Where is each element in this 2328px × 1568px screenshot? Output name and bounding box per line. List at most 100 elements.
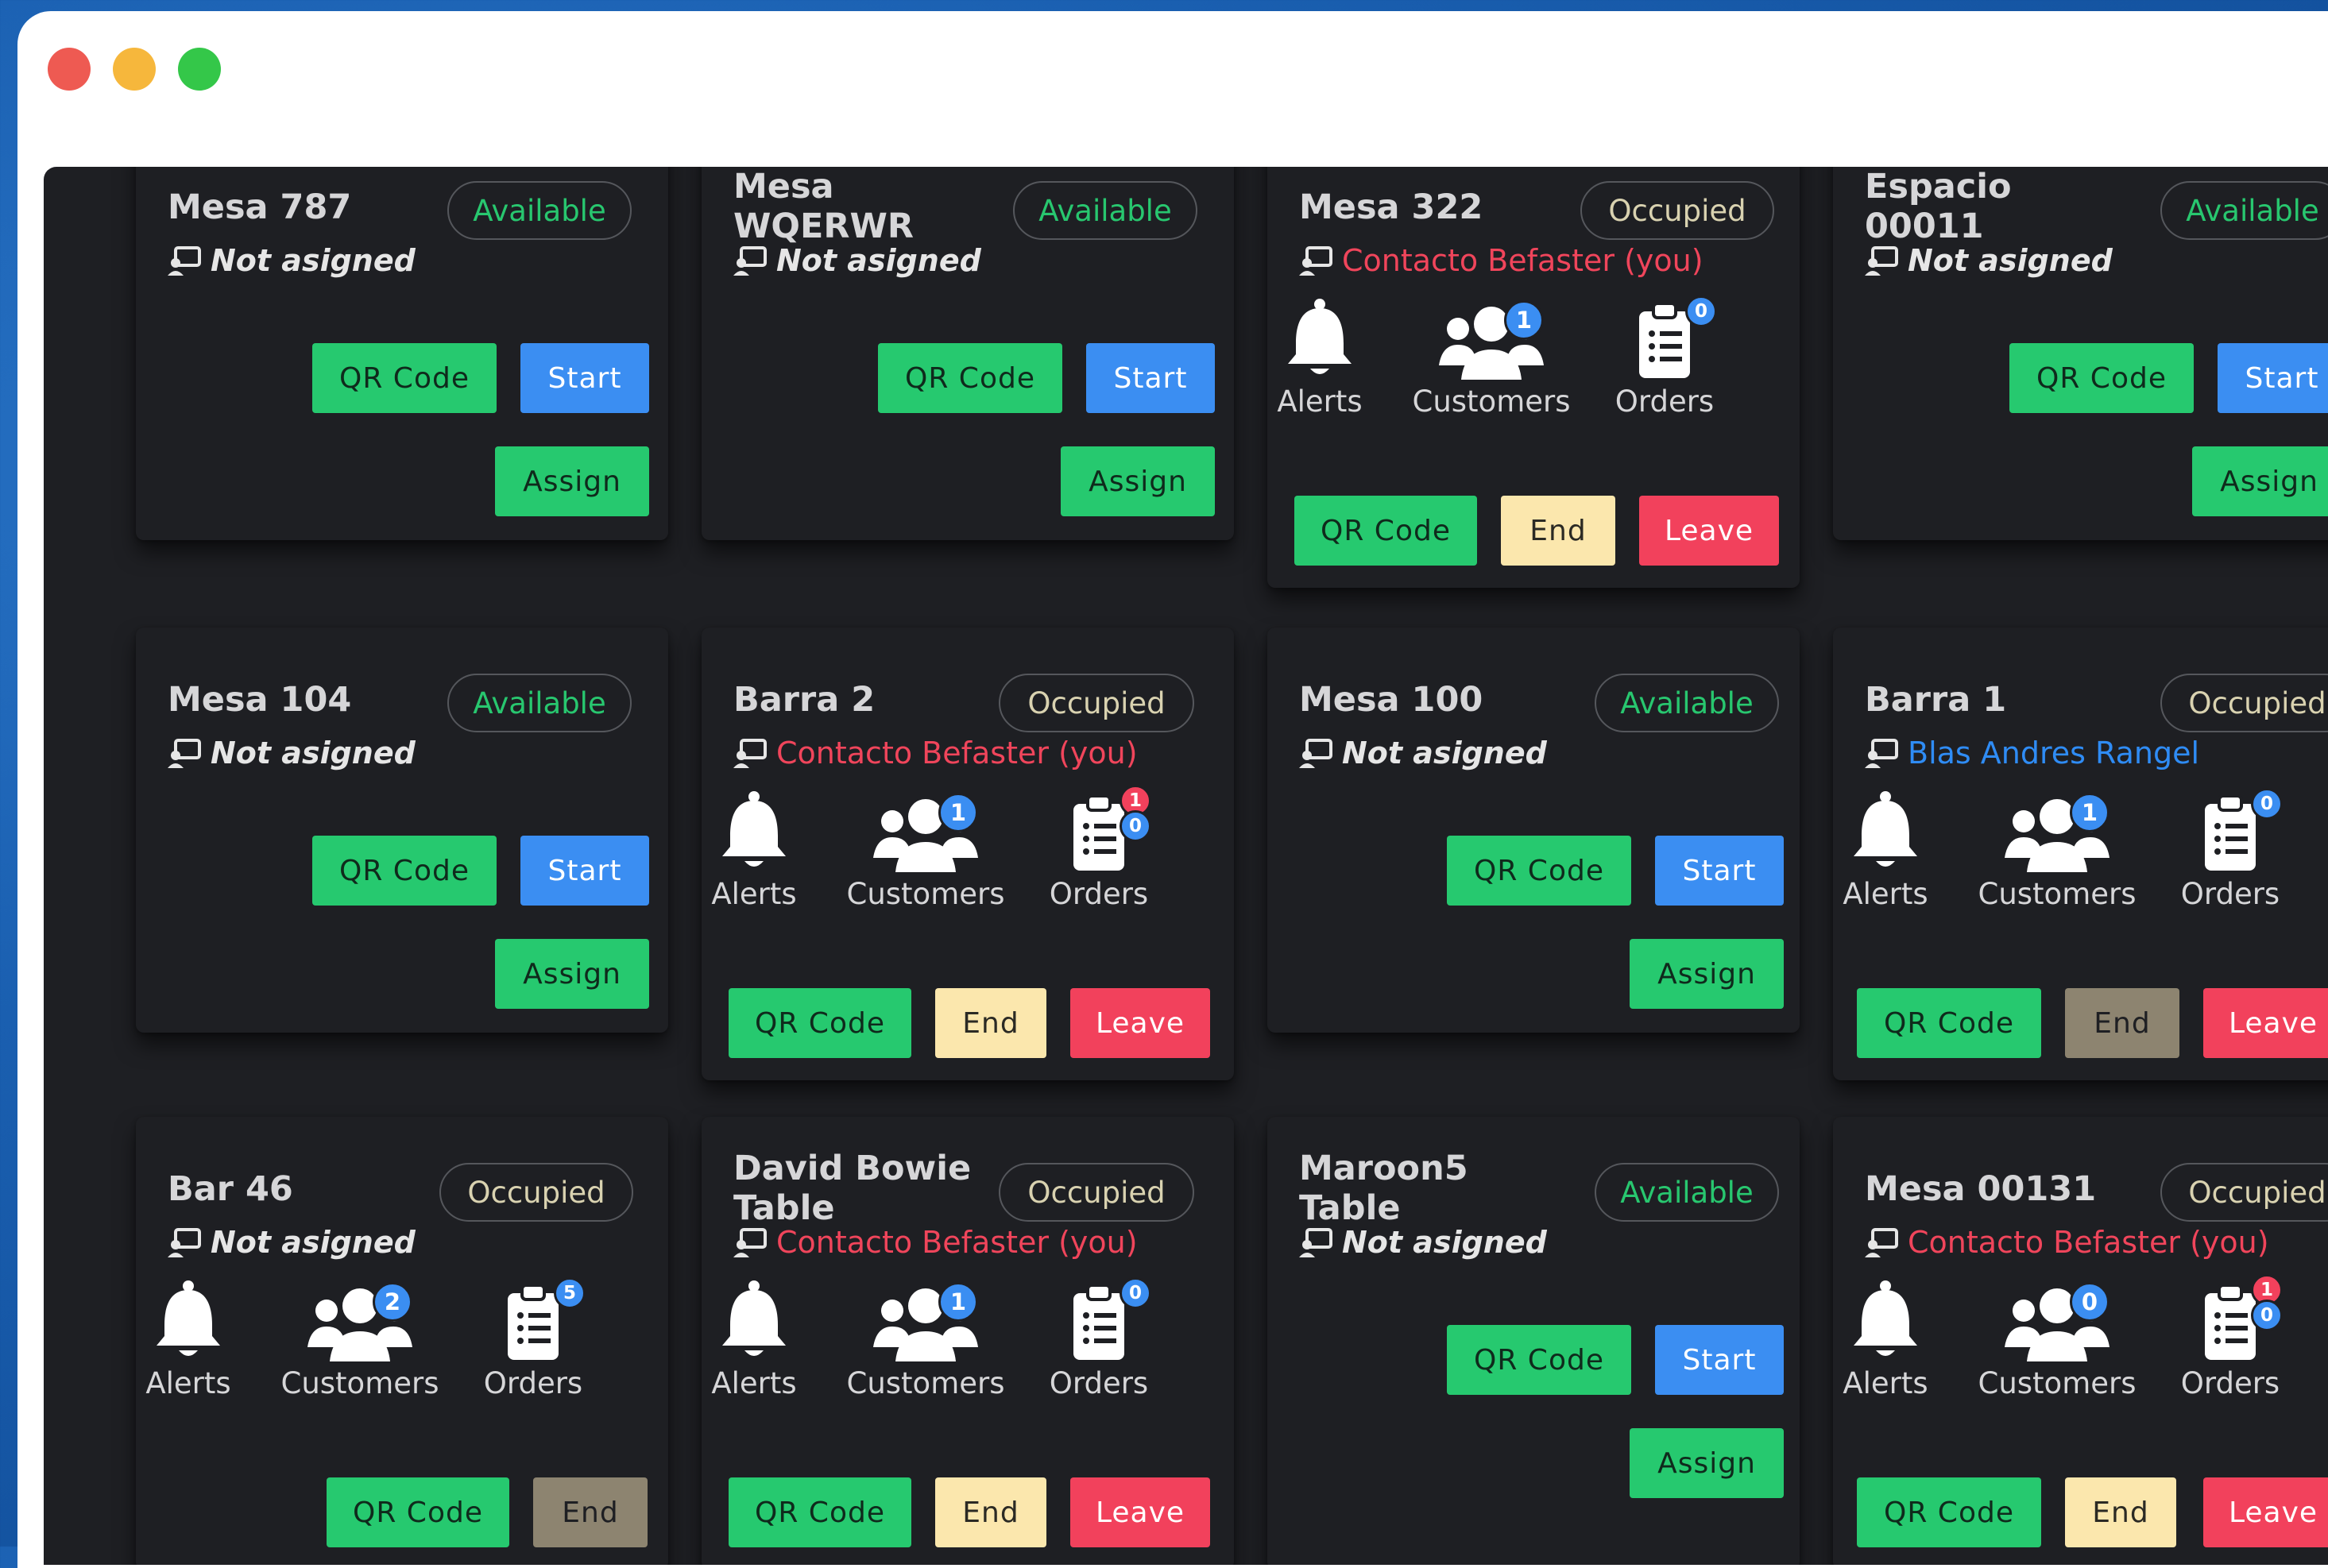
alerts-label: Alerts [711,1366,797,1400]
minimize-window-button[interactable] [113,48,156,91]
end-button[interactable]: End [1501,496,1615,566]
assign-button[interactable]: Assign [495,939,649,1009]
table-card: Mesa 100 Available Not asigned QR Code S… [1267,628,1800,1033]
qr-code-button[interactable]: QR Code [729,1477,911,1547]
table-card: Mesa 00131 Occupied Contacto Befaster (y… [1833,1117,2328,1565]
customers-count-badge: 0 [2070,1282,2110,1322]
orders-stat[interactable]: 0 Orders [1585,294,1744,419]
qr-code-button[interactable]: QR Code [327,1477,509,1547]
end-button[interactable]: End [935,1477,1046,1547]
orders-stat[interactable]: 0 Orders [1019,1276,1178,1400]
start-button[interactable]: Start [2218,343,2328,413]
assign-button[interactable]: Assign [1630,1428,1784,1498]
leave-button[interactable]: Leave [1070,1477,1210,1547]
status-badge: Occupied [2160,1163,2328,1222]
clipboard-list-icon [1073,794,1124,871]
qr-code-button[interactable]: QR Code [1447,836,1631,906]
qr-code-button[interactable]: QR Code [878,343,1062,413]
start-button[interactable]: Start [1655,1325,1784,1395]
orders-count-badge: 0 [1120,810,1151,842]
close-window-button[interactable] [48,48,91,91]
orders-stat[interactable]: 1 0 Orders [1019,785,1178,911]
qr-code-button[interactable]: QR Code [1857,1477,2041,1547]
leave-button[interactable]: Leave [2203,988,2328,1058]
customers-count-badge: 1 [938,793,978,832]
qr-code-button[interactable]: QR Code [2009,343,2194,413]
qr-code-button[interactable]: QR Code [312,343,497,413]
alerts-stat[interactable]: Alerts [1806,1276,1965,1400]
alerts-stat[interactable]: Alerts [675,786,833,911]
table-title: Mesa 100 [1299,680,1483,720]
waiter-icon [1865,739,1898,768]
window-controls [48,48,221,91]
customers-label: Customers [846,1366,1005,1400]
orders-stat[interactable]: 1 0 Orders [2151,1274,2310,1400]
customers-count-badge: 2 [373,1282,412,1322]
customers-label: Customers [280,1366,439,1400]
qr-code-button[interactable]: QR Code [1294,496,1477,566]
alerts-label: Alerts [1843,1366,1928,1400]
waiter-icon [1299,1228,1332,1257]
table-card: Espacio 00011 Available Not asigned QR C… [1833,167,2328,540]
qr-code-button[interactable]: QR Code [1447,1325,1631,1395]
assignee-line: Contacto Befaster (you) [733,736,1138,770]
waiter-icon [1299,246,1332,276]
customers-stat[interactable]: 1 Customers [1412,294,1571,419]
customers-stat[interactable]: 1 Customers [1978,786,2137,911]
orders-label: Orders [483,1366,583,1400]
start-button[interactable]: Start [1655,836,1784,906]
assignee-name: Contacto Befaster (you) [776,1225,1138,1260]
assign-button[interactable]: Assign [495,446,649,516]
table-title-text: Maroon5 Table [1299,1149,1468,1228]
orders-stat[interactable]: 5 Orders [454,1276,613,1400]
customers-stat[interactable]: 2 Customers [280,1276,439,1400]
table-title-text: Espacio 00011 [1865,167,2012,246]
start-button[interactable]: Start [1086,343,1215,413]
assignee-name: Contacto Befaster (you) [1342,243,1703,278]
table-title: David Bowie Table [733,1149,996,1228]
start-button[interactable]: Start [520,343,649,413]
alerts-stat[interactable]: Alerts [1806,786,1965,911]
assignee-line: Contacto Befaster (you) [1299,243,1703,278]
table-card: Mesa 104 Available Not asigned QR Code S… [136,628,668,1033]
maximize-window-button[interactable] [178,48,221,91]
leave-button[interactable]: Leave [1639,496,1779,566]
orders-count-badge: 5 [554,1277,586,1309]
customers-stat[interactable]: 1 Customers [846,786,1005,911]
alerts-stat[interactable]: Alerts [109,1276,268,1400]
status-badge: Occupied [999,1163,1194,1222]
status-badge: Available [2160,181,2328,240]
customers-stat[interactable]: 0 Customers [1978,1276,2137,1400]
assign-button[interactable]: Assign [2192,446,2328,516]
table-title: Barra 2 [733,680,876,720]
orders-count-badge: 0 [1685,295,1717,327]
table-title-text: Mesa WQERWR [733,167,915,246]
end-button[interactable]: End [2065,1477,2176,1547]
bell-icon [722,1280,786,1356]
qr-code-button[interactable]: QR Code [1857,988,2041,1058]
alerts-label: Alerts [145,1366,231,1400]
orders-count-badge: 0 [2251,1300,2283,1331]
assign-button[interactable]: Assign [1061,446,1215,516]
end-button[interactable]: End [935,988,1046,1058]
orders-stat[interactable]: 0 Orders [2151,786,2310,911]
qr-code-button[interactable]: QR Code [312,836,497,906]
table-title: Mesa 322 [1299,187,1483,227]
assignee-name: Not asigned [211,1225,416,1260]
orders-count-badge: 0 [1120,1277,1151,1309]
qr-code-button[interactable]: QR Code [729,988,911,1058]
alerts-stat[interactable]: Alerts [675,1276,833,1400]
assign-button[interactable]: Assign [1630,939,1784,1009]
assignee-name: Not asigned [1342,736,1547,770]
leave-button[interactable]: Leave [1070,988,1210,1058]
alerts-stat[interactable]: Alerts [1240,294,1399,419]
end-button[interactable]: End [533,1477,648,1547]
table-title: Mesa 00131 [1865,1169,2097,1209]
assignee-name: Not asigned [1342,1225,1547,1260]
customers-stat[interactable]: 1 Customers [846,1276,1005,1400]
leave-button[interactable]: Leave [2203,1477,2328,1547]
start-button[interactable]: Start [520,836,649,906]
alerts-label: Alerts [1277,384,1363,419]
end-button[interactable]: End [2065,988,2179,1058]
table-title: Maroon5 Table [1299,1149,1561,1228]
